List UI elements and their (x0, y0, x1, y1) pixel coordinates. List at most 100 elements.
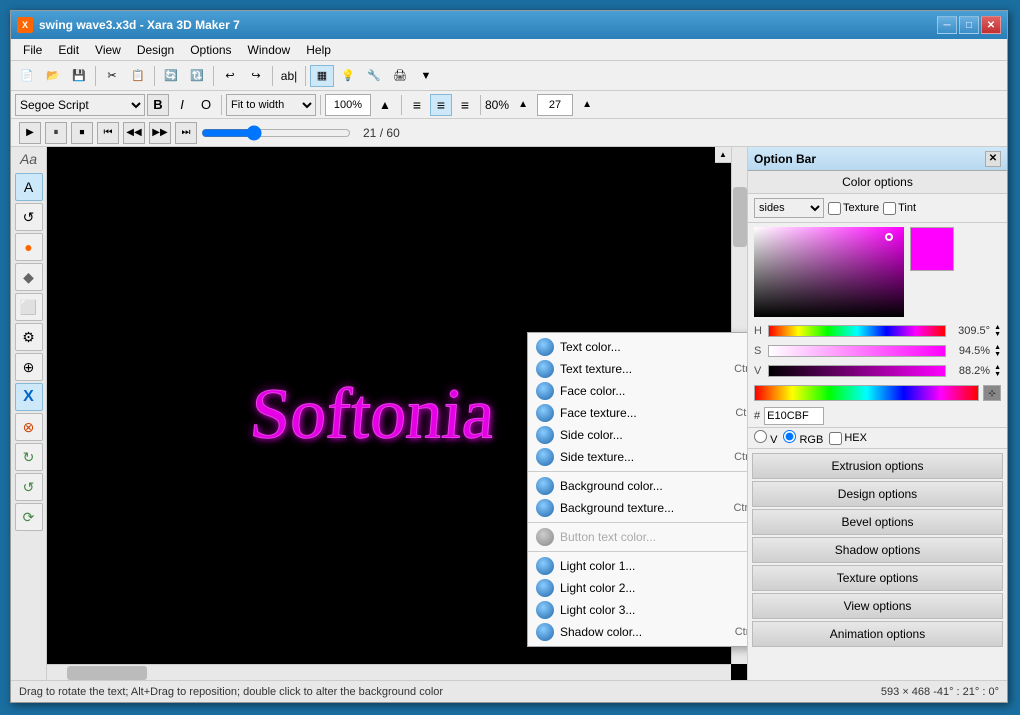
rv-radio-label[interactable]: V (754, 430, 777, 446)
s-arrows[interactable]: ▲ ▼ (994, 344, 1001, 358)
color-spectrum[interactable] (754, 385, 979, 401)
v-arrows[interactable]: ▲ ▼ (994, 364, 1001, 378)
menu-file[interactable]: File (15, 41, 50, 59)
tint-checkbox[interactable] (883, 202, 896, 215)
sides-select[interactable]: sides (754, 198, 824, 218)
hex-checkbox[interactable] (829, 432, 842, 445)
maximize-btn[interactable]: □ (959, 16, 979, 34)
menu-options[interactable]: Options (182, 41, 239, 59)
s-up-arrow[interactable]: ▲ (994, 344, 1001, 351)
sphere-tool-btn[interactable]: ● (15, 233, 43, 261)
align-center-btn[interactable]: ≡ (430, 94, 452, 116)
canvas-area[interactable]: ▲ Softonia Text color... Alt+C Text text… (47, 147, 747, 680)
shadow-color-menu-item[interactable]: Shadow color... Ctrl+Shift+S (528, 621, 747, 643)
text-color-menu-item[interactable]: Text color... Alt+C (528, 336, 747, 358)
bg-color-menu-item[interactable]: Background color... Alt+G (528, 475, 747, 497)
new-btn[interactable]: 📄 (15, 65, 39, 87)
save-btn[interactable]: 💾 (67, 65, 91, 87)
pause-btn[interactable]: ⏸ (45, 122, 67, 144)
camera-tool-btn[interactable]: ⊕ (15, 353, 43, 381)
menu-window[interactable]: Window (240, 41, 299, 59)
s-down-arrow[interactable]: ▼ (994, 351, 1001, 358)
rotate-tool-btn[interactable]: ↺ (15, 203, 43, 231)
copy-btn[interactable]: 📋 (126, 65, 150, 87)
light1-menu-item[interactable]: Light color 1... Alt+1 (528, 555, 747, 577)
animation-options-btn[interactable]: Animation options (752, 621, 1003, 647)
refresh1-btn[interactable]: 🔄 (159, 65, 183, 87)
fit-select[interactable]: Fit to width (226, 94, 316, 116)
prev-btn[interactable]: ◀◀ (123, 122, 145, 144)
option-bar-close-btn[interactable]: ✕ (985, 151, 1001, 167)
texture-checkbox[interactable] (828, 202, 841, 215)
cut-btn[interactable]: ✂ (100, 65, 124, 87)
zoom-input[interactable] (325, 94, 371, 116)
hex-check-label[interactable]: HEX (829, 432, 867, 445)
scale-up-btn[interactable]: ▲ (511, 94, 535, 116)
menu-design[interactable]: Design (129, 41, 182, 59)
rotate3-tool-btn[interactable]: ↺ (15, 473, 43, 501)
side-texture-menu-item[interactable]: Side texture... Ctrl+Shift+D (528, 446, 747, 468)
open-btn[interactable]: 📂 (41, 65, 65, 87)
align-left-btn[interactable]: ≡ (406, 94, 428, 116)
rv-radio[interactable] (754, 430, 767, 443)
circle-x-tool-btn[interactable]: ⊗ (15, 413, 43, 441)
design-options-btn[interactable]: Design options (752, 481, 1003, 507)
tint-check-label[interactable]: Tint (883, 202, 916, 215)
size-input[interactable] (537, 94, 573, 116)
menu-view[interactable]: View (87, 41, 129, 59)
font-select[interactable]: Segoe Script (15, 94, 145, 116)
canvas-scroll-up[interactable]: ▲ (715, 147, 731, 163)
text-tool-btn[interactable]: A (15, 173, 43, 201)
rgb-radio[interactable] (783, 430, 796, 443)
anim-slider[interactable] (201, 126, 351, 140)
spectrum-picker-btn[interactable]: ⊹ (983, 385, 1001, 401)
side-color-menu-item[interactable]: Side color... Alt+D (528, 424, 747, 446)
v-slider[interactable] (768, 365, 946, 377)
light2-menu-item[interactable]: Light color 2... Alt+2 (528, 577, 747, 599)
h-arrows[interactable]: ▲ ▼ (994, 324, 1001, 338)
h-slider[interactable] (768, 325, 946, 337)
more-btn[interactable]: ▼ (414, 65, 438, 87)
light-btn[interactable]: 💡 (336, 65, 360, 87)
play-btn[interactable]: ▶ (19, 122, 41, 144)
print-btn[interactable]: 🖨 (388, 65, 412, 87)
h-up-arrow[interactable]: ▲ (994, 324, 1001, 331)
x-tool-btn[interactable]: X (15, 383, 43, 411)
v-up-arrow[interactable]: ▲ (994, 364, 1001, 371)
scroll-thumb-h[interactable] (67, 666, 147, 680)
settings-btn[interactable]: 🔧 (362, 65, 386, 87)
h-down-arrow[interactable]: ▼ (994, 331, 1001, 338)
light3-menu-item[interactable]: Light color 3... Alt+3 (528, 599, 747, 621)
view-options-btn[interactable]: View options (752, 593, 1003, 619)
scroll-thumb-v[interactable] (733, 187, 747, 247)
texture-check-label[interactable]: Texture (828, 202, 879, 215)
minimize-btn[interactable]: ─ (937, 16, 957, 34)
close-btn[interactable]: ✕ (981, 16, 1001, 34)
gear-tool-btn[interactable]: ⚙ (15, 323, 43, 351)
refresh2-btn[interactable]: 🔃 (185, 65, 209, 87)
menu-help[interactable]: Help (298, 41, 339, 59)
arrow-tool-btn[interactable]: ◆ (15, 263, 43, 291)
next-end-btn[interactable]: ⏭ (175, 122, 197, 144)
grid-btn[interactable]: ▦ (310, 65, 334, 87)
texture-options-btn[interactable]: Texture options (752, 565, 1003, 591)
color-gradient[interactable] (754, 227, 904, 317)
texture-tool-btn[interactable]: ⬜ (15, 293, 43, 321)
size-up-btn[interactable]: ▲ (575, 94, 599, 116)
text-btn[interactable]: ab| (277, 65, 301, 87)
zoom-up-btn[interactable]: ▲ (373, 94, 397, 116)
next-btn[interactable]: ▶▶ (149, 122, 171, 144)
s-slider[interactable] (768, 345, 946, 357)
bg-texture-menu-item[interactable]: Background texture... Ctrl+Shift+G (528, 497, 747, 519)
align-right-btn[interactable]: ≡ (454, 94, 476, 116)
prev-start-btn[interactable]: ⏮ (97, 122, 119, 144)
outline-btn[interactable]: O (195, 94, 217, 116)
horizontal-scrollbar[interactable] (47, 664, 731, 680)
italic-btn[interactable]: I (171, 94, 193, 116)
v-down-arrow[interactable]: ▼ (994, 371, 1001, 378)
bold-btn[interactable]: B (147, 94, 169, 116)
face-color-menu-item[interactable]: Face color... Alt+F (528, 380, 747, 402)
extrusion-options-btn[interactable]: Extrusion options (752, 453, 1003, 479)
redo-btn[interactable]: ↪ (244, 65, 268, 87)
text-texture-menu-item[interactable]: Text texture... Ctrl+Shift+C (528, 358, 747, 380)
